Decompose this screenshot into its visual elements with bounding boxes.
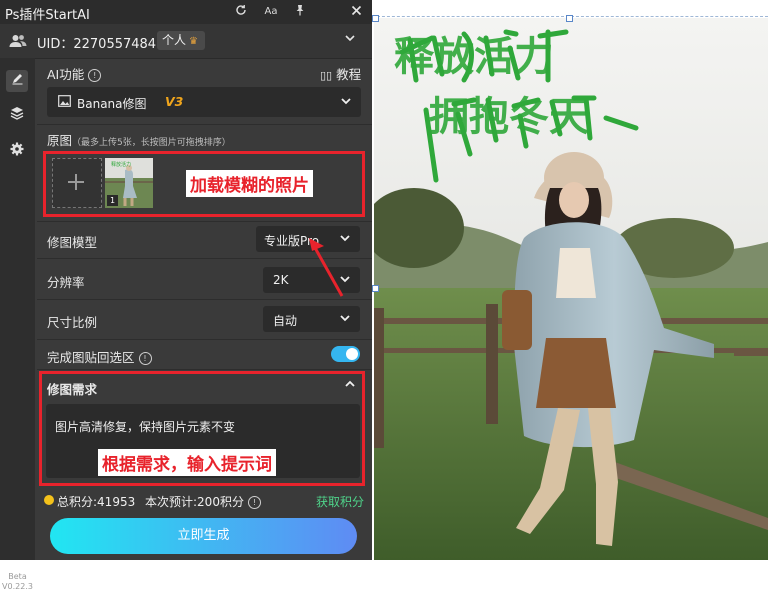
divider [37, 221, 372, 222]
image-icon [58, 95, 71, 110]
annotation-label: 根据需求，输入提示词 [98, 449, 276, 476]
version-label: Beta V0.22.3 [2, 572, 33, 591]
book-icon: ▯▯ [320, 69, 333, 82]
pin-icon[interactable] [291, 3, 309, 21]
transform-handle[interactable] [566, 15, 573, 22]
font-size-icon[interactable]: Aa [262, 3, 280, 21]
app-title: Ps插件StartAI [5, 8, 90, 23]
thumbnail-index: 1 [107, 195, 118, 206]
settings-tool-button[interactable] [6, 141, 28, 163]
title-bar: Ps插件StartAI Aa [0, 0, 372, 24]
user-bar: UID：2270557484 个人 ♛ [0, 24, 372, 59]
headline-line-1: 释放活力 [394, 34, 554, 80]
users-icon [8, 31, 28, 51]
chevron-down-icon [340, 95, 352, 109]
source-hint: （最多上传5张，长按图片可拖拽排序） [72, 138, 231, 148]
transform-handle[interactable] [372, 15, 379, 22]
info-icon[interactable]: ! [138, 352, 152, 365]
chevron-down-icon[interactable] [342, 32, 358, 48]
resolution-label: 分辨率 [47, 275, 85, 290]
tool-rail: Beta V0.22.3 [0, 58, 35, 591]
divider [37, 339, 372, 340]
model-version-badge: V3 [165, 94, 184, 109]
paste-back-text: 完成图贴回选区 [47, 350, 135, 365]
get-points-link[interactable]: 获取积分 [316, 493, 364, 510]
divider [37, 369, 372, 370]
ai-model-name: Banana修图 [77, 97, 147, 111]
aspect-ratio-value: 自动 [273, 314, 298, 328]
source-label-text: 原图 [47, 133, 73, 148]
pencil-icon [12, 74, 22, 85]
estimated-cost: 本次预计:200积分! [145, 493, 261, 510]
chevron-down-icon [339, 312, 351, 326]
crown-icon: ♛ [189, 36, 198, 47]
paste-back-label: 完成图贴回选区! [47, 347, 152, 366]
edit-tool-button[interactable] [6, 70, 28, 92]
refresh-icon[interactable] [232, 3, 250, 21]
ai-function-label: AI功能! [47, 64, 102, 83]
generate-label: 立即生成 [177, 528, 230, 543]
transform-handle[interactable] [372, 285, 379, 292]
annotation-arrow [309, 238, 344, 297]
estimated-cost-text: 本次预计:200积分 [145, 495, 244, 509]
resolution-value: 2K [273, 273, 289, 287]
plus-icon [68, 174, 84, 190]
ai-model-dropdown[interactable]: Banana修图 V3 [47, 87, 361, 117]
source-thumbnail[interactable]: 释放活力 1 [105, 158, 153, 208]
generate-button[interactable]: 立即生成 [50, 518, 357, 554]
aspect-ratio-label: 尺寸比例 [47, 315, 98, 330]
tutorial-link[interactable]: ▯▯ 教程 [320, 64, 361, 83]
retouch-model-label: 修图模型 [47, 235, 98, 250]
gear-icon [10, 142, 24, 156]
source-label: 原图（最多上传5张，长按图片可拖拽排序） [47, 130, 231, 149]
coin-icon [44, 495, 54, 505]
add-image-button[interactable] [52, 158, 102, 208]
user-id: UID：2270557484 [37, 37, 157, 52]
info-icon[interactable]: ! [88, 69, 102, 82]
headline-line-2: 拥抱冬天 [429, 94, 589, 140]
ai-function-text: AI功能 [47, 67, 85, 82]
annotation-label: 加载模糊的照片 [186, 170, 313, 197]
canvas-photo[interactable]: 释放活力 拥抱冬天 [374, 18, 768, 560]
paste-back-toggle[interactable] [331, 346, 360, 362]
photo-image: 释放活力 拥抱冬天 [374, 18, 768, 560]
close-icon[interactable] [347, 3, 365, 21]
layers-icon [10, 107, 24, 120]
toggle-knob [346, 348, 358, 360]
info-icon[interactable]: ! [247, 496, 261, 509]
aspect-ratio-dropdown[interactable]: 自动 [263, 306, 360, 332]
svg-text:释放活力: 释放活力 [111, 161, 131, 168]
account-type-badge[interactable]: 个人 ♛ [157, 31, 205, 50]
total-points: 总积分:41953 [57, 495, 136, 509]
account-type-label: 个人 [162, 33, 187, 47]
tutorial-label: 教程 [336, 67, 362, 82]
ai-function-section: AI功能! ▯▯ 教程 Banana修图 V3 [37, 58, 372, 122]
layers-tool-button[interactable] [6, 105, 28, 127]
